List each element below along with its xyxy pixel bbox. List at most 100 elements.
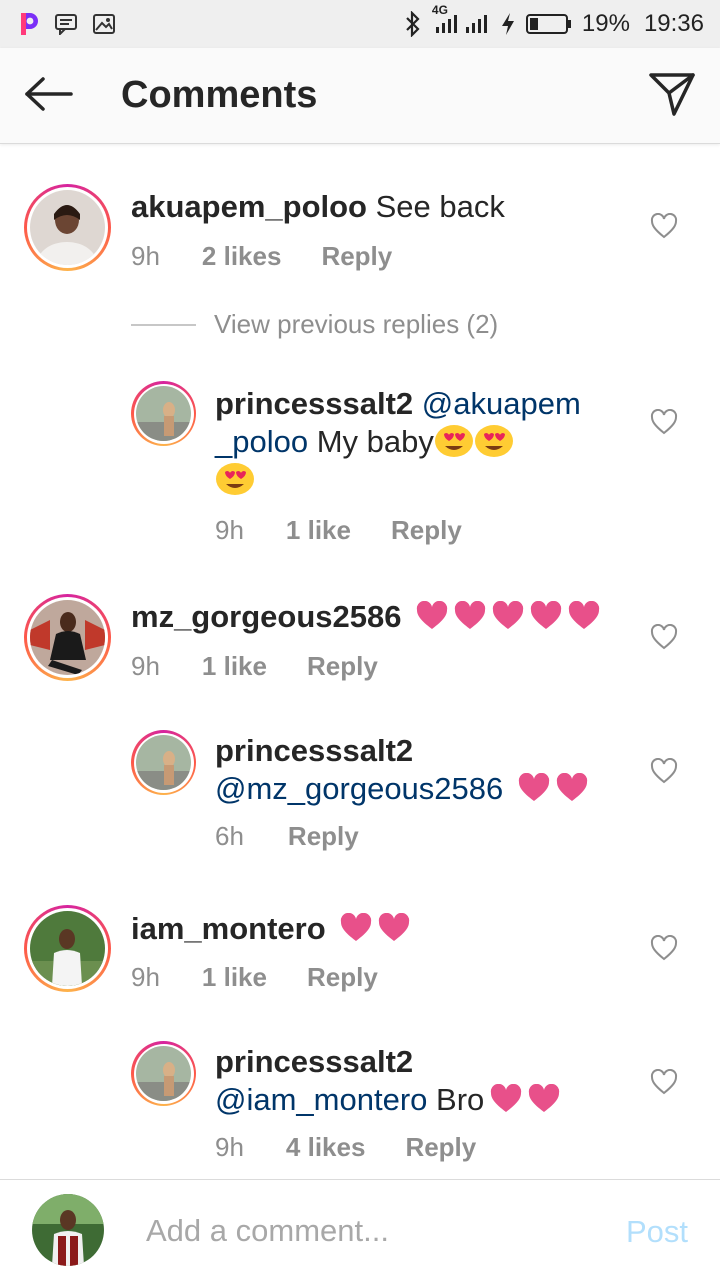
reply-item: princesssalt2 @iam_montero Bro 9h 4 like…	[0, 1041, 720, 1179]
reply-button[interactable]: Reply	[391, 515, 462, 546]
reply-item: princesssalt2 @akuapem _poloo My baby 9h…	[0, 375, 720, 575]
comment-meta: 9h 1 like Reply	[131, 962, 378, 993]
comment-time: 6h	[215, 821, 244, 851]
battery-icon	[525, 12, 572, 36]
mention-link[interactable]: @mz_gorgeous2586	[215, 771, 503, 806]
comment-text: Bro	[436, 1082, 485, 1117]
avatar[interactable]	[24, 594, 111, 681]
comment-likes[interactable]: 1 like	[202, 962, 267, 993]
divider	[131, 323, 196, 326]
app-logo-icon	[18, 11, 40, 37]
comment-meta: 6h Reply	[215, 821, 359, 852]
avatar[interactable]	[24, 905, 111, 992]
pink-heart-emoji-icon	[340, 912, 372, 943]
comment-item: mz_gorgeous2586 9h 1 like Reply	[0, 590, 720, 720]
like-button[interactable]	[650, 757, 678, 784]
pink-heart-emoji-icon	[556, 772, 588, 803]
heart-eyes-emoji-icon	[434, 424, 474, 458]
comments-header: Comments	[0, 48, 720, 144]
comment-body: princesssalt2 @iam_montero Bro	[215, 1043, 635, 1119]
pink-heart-emoji-icon	[378, 912, 410, 943]
charging-icon	[500, 12, 516, 36]
message-icon	[54, 13, 78, 35]
heart-outline-icon	[650, 408, 678, 439]
comment-username[interactable]: princesssalt2	[215, 386, 413, 421]
back-button[interactable]	[22, 72, 74, 120]
comment-time: 9h	[215, 515, 244, 545]
paper-plane-icon	[648, 71, 696, 122]
comment-item: iam_montero 9h 1 like Reply	[0, 902, 720, 1032]
avatar[interactable]	[131, 381, 196, 446]
comment-body: princesssalt2 @akuapem _poloo My baby	[215, 385, 605, 499]
comment-username[interactable]: mz_gorgeous2586	[131, 599, 402, 634]
heart-eyes-emoji-icon	[215, 462, 255, 496]
pink-heart-emoji-icon	[492, 600, 524, 631]
comment-likes[interactable]: 4 likes	[286, 1132, 366, 1163]
arrow-left-icon	[23, 76, 73, 117]
comment-text: My baby	[316, 424, 434, 459]
like-button[interactable]	[650, 623, 678, 650]
reply-button[interactable]: Reply	[288, 821, 359, 852]
comment-time: 9h	[131, 962, 160, 992]
comment-body: iam_montero	[131, 910, 651, 948]
page-title: Comments	[121, 74, 318, 116]
reply-button[interactable]: Reply	[307, 962, 378, 993]
avatar[interactable]	[131, 1041, 196, 1106]
comments-list: akuapem_poloo See back 9h 2 likes Reply …	[0, 145, 720, 1179]
comment-body: mz_gorgeous2586	[131, 598, 651, 636]
comment-meta: 9h 1 like Reply	[131, 651, 378, 682]
like-button[interactable]	[650, 1068, 678, 1095]
current-user-avatar	[32, 1194, 104, 1266]
gallery-icon	[92, 13, 116, 35]
comment-meta: 9h 2 likes Reply	[131, 241, 392, 272]
comment-likes[interactable]: 2 likes	[202, 241, 282, 272]
mention-link[interactable]: @iam_montero	[215, 1082, 427, 1117]
pink-heart-emoji-icon	[490, 1083, 522, 1114]
comment-time: 9h	[131, 651, 160, 681]
reply-button[interactable]: Reply	[321, 241, 392, 272]
comment-time: 9h	[215, 1132, 244, 1162]
like-button[interactable]	[650, 212, 678, 239]
comment-body: princesssalt2 @mz_gorgeous2586	[215, 732, 635, 808]
comment-username[interactable]: iam_montero	[131, 911, 326, 946]
post-button[interactable]: Post	[626, 1214, 688, 1250]
bluetooth-icon	[404, 11, 422, 37]
pink-heart-emoji-icon	[530, 600, 562, 631]
comment-username[interactable]: princesssalt2	[215, 1044, 413, 1079]
view-previous-replies-label: View previous replies (2)	[214, 309, 499, 339]
clock: 19:36	[643, 10, 704, 37]
pink-heart-emoji-icon	[518, 772, 550, 803]
heart-outline-icon	[650, 934, 678, 965]
comment-text: See back	[375, 189, 505, 224]
comment-username[interactable]: akuapem_poloo	[131, 189, 367, 224]
comment-meta: 9h 4 likes Reply	[215, 1132, 476, 1163]
like-button[interactable]	[650, 934, 678, 961]
comment-likes[interactable]: 1 like	[202, 651, 267, 682]
pink-heart-emoji-icon	[454, 600, 486, 631]
heart-outline-icon	[650, 623, 678, 654]
avatar[interactable]	[131, 730, 196, 795]
share-button[interactable]	[646, 70, 698, 122]
comment-likes[interactable]: 1 like	[286, 515, 351, 546]
like-button[interactable]	[650, 408, 678, 435]
reply-button[interactable]: Reply	[307, 651, 378, 682]
signal-icon: 4G	[432, 3, 490, 37]
pink-heart-emoji-icon	[416, 600, 448, 631]
comment-input[interactable]	[144, 1208, 584, 1254]
comment-body: akuapem_poloo See back	[131, 188, 631, 226]
comment-time: 9h	[131, 241, 160, 271]
status-bar: 4G 19% 19:36	[0, 0, 720, 48]
reply-item: princesssalt2 @mz_gorgeous2586 6h Reply	[0, 730, 720, 870]
heart-eyes-emoji-icon	[474, 424, 514, 458]
network-type-label: 4G	[431, 3, 448, 17]
view-previous-replies[interactable]: View previous replies (2)	[131, 309, 498, 340]
pink-heart-emoji-icon	[568, 600, 600, 631]
heart-outline-icon	[650, 1068, 678, 1099]
heart-outline-icon	[650, 212, 678, 243]
avatar[interactable]	[24, 184, 111, 271]
heart-outline-icon	[650, 757, 678, 788]
battery-percent: 19%	[581, 10, 630, 37]
reply-button[interactable]: Reply	[405, 1132, 476, 1163]
comment-username[interactable]: princesssalt2	[215, 733, 413, 768]
comment-meta: 9h 1 like Reply	[215, 515, 462, 546]
